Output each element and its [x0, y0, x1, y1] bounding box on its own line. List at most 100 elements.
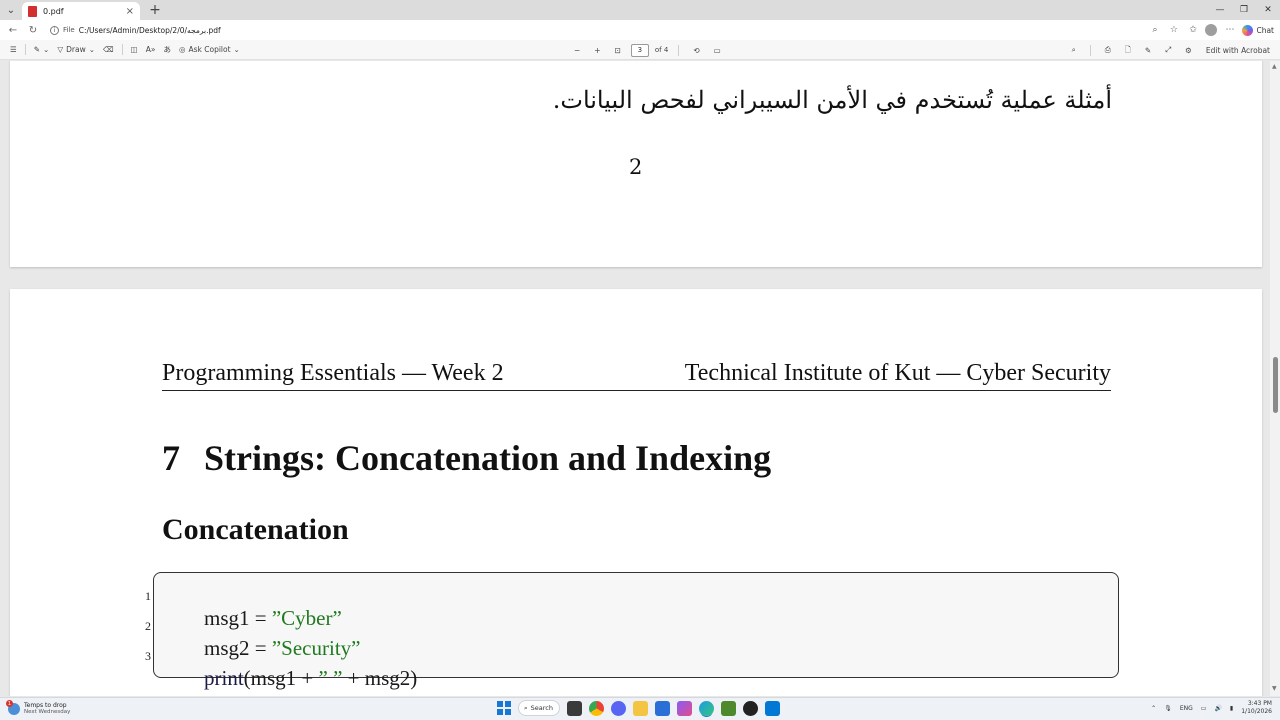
language-indicator[interactable]: ENG: [1180, 705, 1193, 712]
edit-with-acrobat-button[interactable]: Edit with Acrobat: [1202, 42, 1274, 58]
favorites-icon[interactable]: ✩: [1186, 24, 1199, 37]
page-number: 2: [629, 155, 643, 179]
clock[interactable]: 3:43 PM 1/10/2026: [1241, 700, 1272, 716]
url-path[interactable]: C:/Users/Admin/Desktop/2/0/برمجه.pdf: [79, 26, 221, 35]
contents-list-icon[interactable]: ☰: [6, 42, 21, 58]
read-aloud-icon[interactable]: A»: [142, 42, 160, 58]
text-box-icon[interactable]: ◫: [127, 42, 142, 58]
tab-pdf[interactable]: 0.pdf ×: [22, 1, 140, 21]
fullscreen-icon[interactable]: ⤢: [1161, 42, 1175, 58]
network-icon[interactable]: ▭: [1201, 705, 1207, 712]
info-icon[interactable]: i: [50, 25, 59, 35]
line-number: 3: [145, 649, 151, 663]
zoom-in-icon[interactable]: +: [590, 42, 604, 58]
battery-icon[interactable]: ▮: [1230, 705, 1233, 712]
windows-taskbar: 1 Temps to drop Next Wednesday ⌕ Search …: [0, 697, 1280, 720]
restore-button[interactable]: ❐: [1232, 0, 1256, 20]
close-window-button[interactable]: ✕: [1256, 0, 1280, 20]
discord-icon[interactable]: [611, 700, 626, 716]
draw-button[interactable]: ▽ Draw ⌄: [53, 42, 99, 58]
pdf-page-3: Programming Essentials — Week 2 Technica…: [10, 289, 1262, 696]
line-number: 2: [145, 619, 151, 633]
copilot-logo-icon: [1242, 24, 1254, 36]
window-controls: — ❐ ✕: [1208, 0, 1280, 20]
microphone-icon[interactable]: 🎙: [1164, 705, 1172, 712]
url-scheme-label: File: [63, 26, 75, 34]
task-view-icon[interactable]: [567, 700, 582, 716]
save-icon[interactable]: 🗋: [1121, 42, 1135, 58]
save-as-icon[interactable]: ✎: [1141, 42, 1155, 58]
refresh-icon[interactable]: ↻: [26, 23, 40, 37]
more-menu-icon[interactable]: ⋯: [1223, 24, 1236, 37]
minecraft-icon[interactable]: [721, 700, 736, 716]
page-number-input[interactable]: 3: [630, 43, 649, 57]
url-field[interactable]: i File C:/Users/Admin/Desktop/2/0/برمجه.…: [46, 22, 1142, 38]
print-icon[interactable]: ⎙: [1101, 42, 1115, 58]
header-right: Technical Institute of Kut — Cyber Secur…: [684, 360, 1111, 386]
highlight-dropdown[interactable]: ✎ ⌄: [30, 42, 54, 58]
system-tray: ⌃ 🎙 ENG ▭ 🔊 ▮ 3:43 PM 1/10/2026: [1151, 700, 1272, 716]
page-count-label: of 4: [654, 46, 669, 54]
chrome-icon[interactable]: [589, 700, 604, 716]
search-icon: ⌕: [524, 703, 528, 712]
scrollbar-thumb[interactable]: [1273, 357, 1278, 413]
eraser-icon[interactable]: ⌫: [99, 42, 118, 58]
header-left: Programming Essentials — Week 2: [162, 360, 504, 386]
tab-close-icon[interactable]: ×: [126, 6, 134, 17]
find-icon[interactable]: ⌕: [1068, 42, 1080, 58]
chevron-down-icon: ⌄: [43, 45, 50, 54]
code-listing: 1 msg1 = ”Cyber” 2 msg2 = ”Security” 3 prin…: [145, 572, 1119, 690]
volume-icon[interactable]: 🔊: [1214, 705, 1221, 712]
weather-subline: Next Wednesday: [24, 709, 71, 715]
clock-date: 1/10/2026: [1241, 708, 1272, 715]
new-tab-button[interactable]: +: [146, 1, 164, 19]
ask-copilot-button[interactable]: ◎ Ask Copilot ⌄: [175, 42, 244, 58]
pdf-viewer[interactable]: أمثلة عملية تُستخدم في الأمن السيبراني ل…: [0, 61, 1270, 696]
toolbar-divider: [1089, 44, 1091, 56]
minimize-button[interactable]: —: [1208, 0, 1232, 20]
address-bar-actions: ⌕ ☆ ✩ ⋯ Chat: [1148, 24, 1274, 37]
file-explorer-icon[interactable]: [633, 700, 648, 716]
windows-start-icon[interactable]: [497, 701, 511, 715]
code-text: + msg2): [342, 666, 418, 690]
draw-icon: ▽: [57, 45, 64, 54]
scroll-up-arrow-icon[interactable]: ▲: [1272, 63, 1277, 70]
tab-actions-chevron-icon[interactable]: ⌄: [0, 0, 22, 20]
pdf-file-icon: [28, 5, 37, 17]
running-header: Programming Essentials — Week 2 Technica…: [162, 359, 1111, 391]
toolbar-divider: [121, 44, 123, 55]
zoom-icon[interactable]: ⌕: [1148, 24, 1161, 37]
app-icon[interactable]: [743, 700, 758, 716]
vscode-icon[interactable]: [765, 700, 780, 716]
taskbar-search[interactable]: ⌕ Search: [518, 700, 560, 716]
section-heading: 7 Strings: Concatenation and Indexing: [162, 437, 771, 479]
pdf-toolbar: ☰ ✎ ⌄ ▽ Draw ⌄ ⌫ ◫ A» あ ◎ Ask Copilot ⌄ −…: [0, 40, 1280, 60]
chevron-down-icon: ⌄: [233, 45, 240, 54]
tab-strip: ⌄ 0.pdf × + — ❐ ✕: [0, 0, 1280, 21]
code-function: print: [204, 666, 244, 690]
code-text: (msg1 +: [243, 666, 319, 690]
page-view-icon[interactable]: ▭: [710, 42, 725, 58]
settings-gear-icon[interactable]: ⚙: [1181, 42, 1196, 58]
back-arrow-icon[interactable]: ←: [6, 23, 20, 37]
weather-text: Temps to drop Next Wednesday: [24, 702, 70, 716]
store-icon[interactable]: [655, 700, 670, 716]
fit-page-icon[interactable]: ⊡: [611, 42, 625, 58]
page-navigation: − + ⊡ 3 of 4 ⟲ ▭: [570, 42, 725, 58]
translate-icon[interactable]: あ: [159, 42, 175, 58]
tray-chevron-up-icon[interactable]: ⌃: [1151, 705, 1156, 712]
zoom-out-icon[interactable]: −: [570, 42, 584, 58]
rotate-icon[interactable]: ⟲: [689, 42, 703, 58]
copilot-chat-button[interactable]: Chat: [1242, 24, 1274, 36]
copilot-app-icon[interactable]: [677, 700, 692, 716]
scroll-down-arrow-icon[interactable]: ▼: [1272, 685, 1277, 692]
profile-avatar[interactable]: [1205, 24, 1218, 36]
vertical-scrollbar[interactable]: ▲ ▼: [1270, 61, 1280, 696]
edge-icon[interactable]: [699, 700, 714, 716]
pdf-page-2: أمثلة عملية تُستخدم في الأمن السيبراني ل…: [10, 61, 1262, 267]
favorite-star-icon[interactable]: ☆: [1167, 24, 1180, 37]
address-bar: ← ↻ i File C:/Users/Admin/Desktop/2/0/بر…: [0, 20, 1280, 40]
weather-widget[interactable]: 1 Temps to drop Next Wednesday: [0, 700, 200, 716]
draw-label: Draw: [66, 45, 86, 54]
section-title: Strings: Concatenation and Indexing: [204, 438, 772, 478]
